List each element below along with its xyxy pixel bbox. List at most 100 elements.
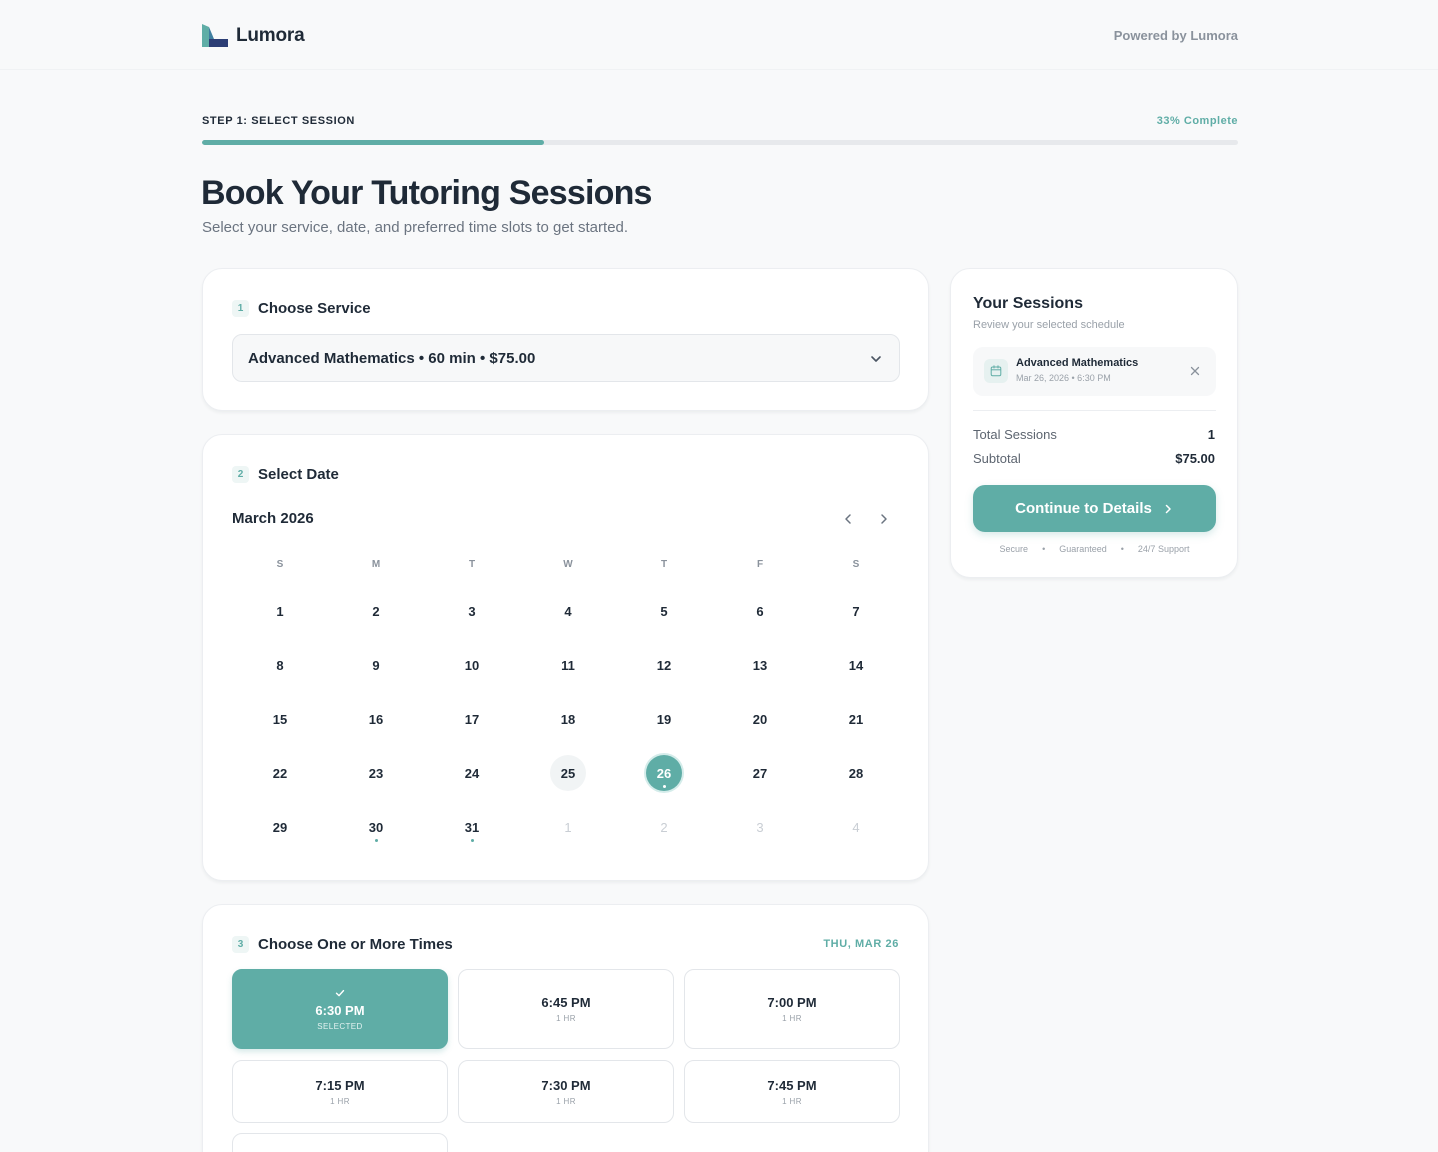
- calendar-day[interactable]: 15: [232, 692, 328, 746]
- calendar-day[interactable]: 2: [328, 584, 424, 638]
- time-slot[interactable]: 7:30 PM 1 HR: [458, 1060, 674, 1123]
- separator-dot: •: [1120, 544, 1124, 554]
- brand-name: Lumora: [236, 24, 305, 46]
- calendar-day[interactable]: 13: [712, 638, 808, 692]
- calendar-day-number: 16: [358, 701, 394, 737]
- service-section-header: 1 Choose Service: [232, 300, 371, 317]
- weekday-header: F: [756, 559, 764, 570]
- calendar-day-number: 20: [742, 701, 778, 737]
- calendar-day-number: 25: [550, 755, 586, 791]
- service-select[interactable]: Advanced Mathematics • 60 min • $75.00: [232, 334, 900, 382]
- time-slot[interactable]: 7:45 PM 1 HR: [684, 1060, 900, 1123]
- next-month-button[interactable]: [874, 509, 894, 529]
- session-item: Advanced Mathematics Mar 26, 2026 • 6:30…: [973, 347, 1216, 396]
- calendar-day-label: 31: [464, 819, 480, 835]
- calendar-day[interactable]: 1: [232, 584, 328, 638]
- calendar-day[interactable]: 12: [616, 638, 712, 692]
- time-slot[interactable]: 7:00 PM 1 HR: [684, 969, 900, 1049]
- calendar-day[interactable]: 4: [520, 584, 616, 638]
- calendar-day-label: 1: [276, 603, 284, 619]
- calendar-day-label: 7: [852, 603, 860, 619]
- total-sessions-label: Total Sessions: [973, 427, 1057, 442]
- time-slot-partial[interactable]: [232, 1133, 448, 1152]
- calendar-day-label: 29: [272, 819, 288, 835]
- time-slot-duration: 1 HR: [782, 1014, 802, 1023]
- trust-guaranteed: Guaranteed: [1059, 544, 1107, 554]
- step-number-badge: 3: [232, 936, 249, 953]
- calendar-day-number: 19: [646, 701, 682, 737]
- calendar-day-label: 6: [756, 603, 764, 619]
- calendar-icon: [984, 359, 1008, 383]
- trust-secure: Secure: [999, 544, 1029, 554]
- calendar-day[interactable]: 25: [520, 746, 616, 800]
- calendar-day-label: 3: [468, 603, 476, 619]
- calendar-day[interactable]: 14: [808, 638, 904, 692]
- calendar-day[interactable]: 29: [232, 800, 328, 854]
- weekday-header: M: [371, 559, 381, 570]
- continue-to-details-button[interactable]: Continue to Details: [973, 485, 1216, 532]
- calendar-day[interactable]: 27: [712, 746, 808, 800]
- remove-session-button[interactable]: [1187, 363, 1203, 379]
- calendar-day[interactable]: 24: [424, 746, 520, 800]
- calendar-day[interactable]: 16: [328, 692, 424, 746]
- separator-dot: •: [1042, 544, 1046, 554]
- time-slot-selected[interactable]: 6:30 PM SELECTED: [232, 969, 448, 1049]
- calendar-day-number: 14: [838, 647, 874, 683]
- calendar-day[interactable]: 11: [520, 638, 616, 692]
- calendar-day-outside-month: 3: [712, 800, 808, 854]
- summary-subtitle: Review your selected schedule: [973, 319, 1125, 331]
- date-card: 2 Select Date March 2026 SMTWTFS12345678…: [202, 434, 929, 881]
- calendar-day[interactable]: 20: [712, 692, 808, 746]
- time-slot[interactable]: 6:45 PM 1 HR: [458, 969, 674, 1049]
- step-indicator: STEP 1: SELECT SESSION 33% Complete: [202, 115, 1238, 129]
- calendar-day-number: 29: [262, 809, 298, 845]
- calendar-day-label: 5: [660, 603, 668, 619]
- chevron-left-icon: [845, 514, 851, 524]
- calendar-day[interactable]: 28: [808, 746, 904, 800]
- weekday-header: T: [660, 559, 668, 570]
- calendar-day[interactable]: 31: [424, 800, 520, 854]
- weekday-header: W: [563, 559, 573, 570]
- calendar-day[interactable]: 23: [328, 746, 424, 800]
- time-slot-duration: SELECTED: [317, 1022, 363, 1031]
- calendar-day-label: 1: [564, 819, 572, 835]
- calendar-day[interactable]: 9: [328, 638, 424, 692]
- calendar-day[interactable]: 19: [616, 692, 712, 746]
- calendar-day-selected[interactable]: 26: [616, 746, 712, 800]
- calendar-day-label: 4: [564, 603, 572, 619]
- calendar-day[interactable]: 5: [616, 584, 712, 638]
- calendar-day[interactable]: 7: [808, 584, 904, 638]
- lumora-logo-icon: [202, 24, 228, 47]
- calendar-day-label: 25: [560, 765, 576, 781]
- weekday-header: S: [852, 559, 860, 570]
- calendar-day[interactable]: 21: [808, 692, 904, 746]
- calendar-day[interactable]: 3: [424, 584, 520, 638]
- calendar-day-label: 26: [656, 765, 672, 781]
- calendar-day-label: 4: [852, 819, 860, 835]
- availability-dot: [470, 839, 474, 842]
- calendar-day[interactable]: 17: [424, 692, 520, 746]
- previous-month-button[interactable]: [838, 509, 858, 529]
- calendar-day-number: 21: [838, 701, 874, 737]
- step-number-badge: 2: [232, 466, 249, 483]
- calendar-day[interactable]: 10: [424, 638, 520, 692]
- calendar-day-label: 3: [756, 819, 764, 835]
- calendar-day-label: 17: [464, 711, 480, 727]
- calendar-day-label: 19: [656, 711, 672, 727]
- calendar-day-label: 15: [272, 711, 288, 727]
- weekday-header: T: [468, 559, 476, 570]
- calendar-day[interactable]: 6: [712, 584, 808, 638]
- trust-badges: Secure • Guaranteed • 24/7 Support: [973, 544, 1216, 554]
- calendar-day-label: 13: [752, 657, 768, 673]
- calendar-day-label: 30: [368, 819, 384, 835]
- calendar-day[interactable]: 18: [520, 692, 616, 746]
- brand-logo[interactable]: Lumora: [202, 24, 305, 47]
- calendar-day-label: 24: [464, 765, 480, 781]
- calendar-day[interactable]: 30: [328, 800, 424, 854]
- chevron-right-icon: [1165, 504, 1171, 513]
- time-slot[interactable]: 7:15 PM 1 HR: [232, 1060, 448, 1123]
- calendar-day[interactable]: 22: [232, 746, 328, 800]
- calendar-day-number: 3: [742, 809, 778, 845]
- progress-bar: [202, 140, 1238, 145]
- calendar-day[interactable]: 8: [232, 638, 328, 692]
